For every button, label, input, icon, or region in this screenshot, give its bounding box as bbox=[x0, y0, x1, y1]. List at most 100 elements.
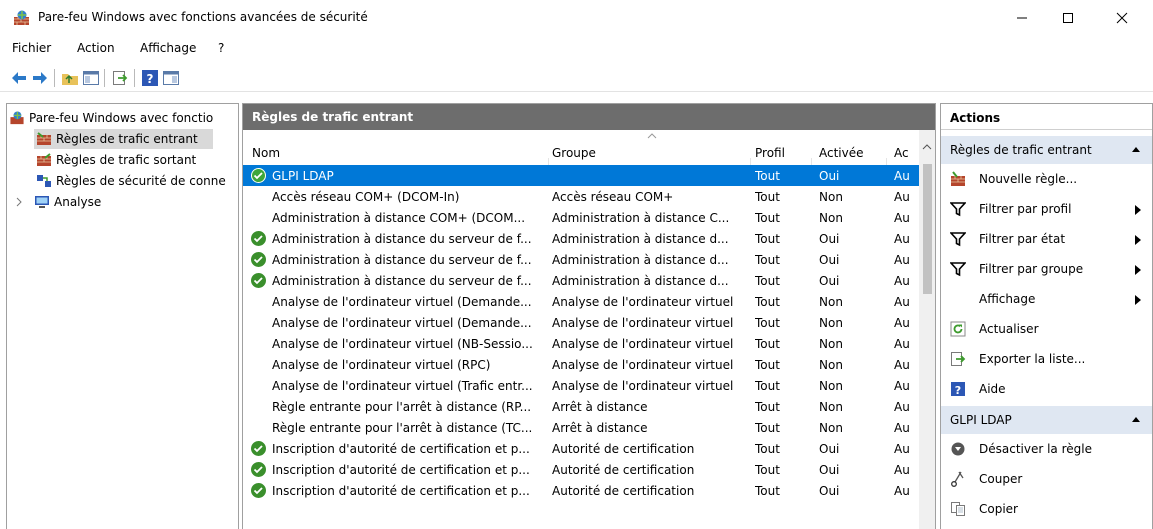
action-item[interactable]: Filtrer par état bbox=[941, 224, 1152, 254]
table-row[interactable]: Administration à distance du serveur de … bbox=[243, 270, 919, 291]
rule-enabled: Oui bbox=[819, 484, 840, 498]
toolbar-separator bbox=[104, 69, 105, 87]
rule-name: Inscription d'autorité de certification … bbox=[272, 463, 530, 477]
rule-action: Au bbox=[894, 274, 910, 288]
filter-icon bbox=[949, 201, 967, 217]
folder-up-icon[interactable] bbox=[61, 69, 79, 87]
action-label: Nouvelle règle... bbox=[979, 172, 1078, 186]
table-row[interactable]: Analyse de l'ordinateur virtuel (Demande… bbox=[243, 312, 919, 333]
export-list-icon[interactable] bbox=[111, 69, 129, 87]
tree-item-label: Analyse bbox=[54, 195, 102, 209]
menu-fichier[interactable]: Fichier bbox=[12, 41, 51, 55]
column-header-group[interactable]: Groupe bbox=[552, 146, 596, 160]
action-item[interactable]: ? Aide bbox=[941, 374, 1152, 404]
collapse-icon[interactable] bbox=[1131, 145, 1141, 153]
column-headers: Nom Groupe Profil Activée Ac bbox=[243, 130, 919, 166]
svg-text:?: ? bbox=[955, 384, 961, 397]
action-item[interactable]: Exporter la liste... bbox=[941, 344, 1152, 374]
table-row[interactable]: Inscription d'autorité de certification … bbox=[243, 459, 919, 480]
table-row[interactable]: Analyse de l'ordinateur virtuel (Demande… bbox=[243, 291, 919, 312]
scroll-up-icon[interactable] bbox=[922, 144, 932, 150]
close-icon bbox=[1116, 12, 1128, 24]
tree-item-inbound-rules[interactable]: Règles de trafic entrant bbox=[34, 129, 213, 149]
action-item[interactable]: Copier bbox=[941, 494, 1152, 524]
table-row[interactable]: Administration à distance COM+ (DCOM... A… bbox=[243, 207, 919, 228]
close-button[interactable] bbox=[1099, 0, 1145, 36]
filter-icon bbox=[949, 231, 967, 247]
rule-action: Au bbox=[894, 232, 910, 246]
submenu-arrow-icon bbox=[1135, 234, 1141, 248]
rule-profile: Tout bbox=[755, 316, 780, 330]
column-header-enabled[interactable]: Activée bbox=[819, 146, 864, 160]
table-row[interactable]: Règle entrante pour l'arrêt à distance (… bbox=[243, 396, 919, 417]
rule-profile: Tout bbox=[755, 379, 780, 393]
column-header-action[interactable]: Ac bbox=[894, 146, 909, 160]
column-header-profile[interactable]: Profil bbox=[755, 146, 785, 160]
tree-item-connection-security[interactable]: Règles de sécurité de conne bbox=[34, 171, 238, 191]
table-row[interactable]: Administration à distance du serveur de … bbox=[243, 249, 919, 270]
rule-name: Administration à distance du serveur de … bbox=[272, 253, 532, 267]
action-item[interactable]: Filtrer par profil bbox=[941, 194, 1152, 224]
menu-help[interactable]: ? bbox=[218, 41, 224, 55]
rule-action: Au bbox=[894, 442, 910, 456]
column-header-name[interactable]: Nom bbox=[252, 146, 280, 160]
table-row[interactable]: Accès réseau COM+ (DCOM-In) Accès réseau … bbox=[243, 186, 919, 207]
rule-enabled: Non bbox=[819, 400, 843, 414]
rule-action: Au bbox=[894, 337, 910, 351]
rule-name: Accès réseau COM+ (DCOM-In) bbox=[272, 190, 460, 204]
monitoring-icon bbox=[35, 196, 49, 208]
table-row[interactable]: GLPI LDAP Tout Oui Au bbox=[243, 165, 919, 186]
rule-profile: Tout bbox=[755, 295, 780, 309]
action-item[interactable]: Désactiver la règle bbox=[941, 434, 1152, 464]
collapse-icon[interactable] bbox=[1131, 415, 1141, 423]
scrollbar-thumb[interactable] bbox=[923, 164, 932, 294]
action-item[interactable]: Actualiser bbox=[941, 314, 1152, 344]
table-row[interactable]: Analyse de l'ordinateur virtuel (NB-Sess… bbox=[243, 333, 919, 354]
action-item[interactable]: Nouvelle règle... bbox=[941, 164, 1152, 194]
action-item[interactable]: Affichage bbox=[941, 284, 1152, 314]
table-row[interactable]: Administration à distance du serveur de … bbox=[243, 228, 919, 249]
tree-root[interactable]: Pare-feu Windows avec fonctio bbox=[7, 108, 238, 128]
toolbar-separator bbox=[134, 69, 135, 87]
maximize-button[interactable] bbox=[1045, 0, 1091, 36]
table-row[interactable]: Inscription d'autorité de certification … bbox=[243, 438, 919, 459]
action-label: Aide bbox=[979, 382, 1006, 396]
rules-panel: Règles de trafic entrant Nom Groupe Prof… bbox=[242, 103, 936, 529]
menu-affichage[interactable]: Affichage bbox=[140, 41, 196, 55]
table-row[interactable]: Inscription d'autorité de certification … bbox=[243, 480, 919, 501]
rule-action: Au bbox=[894, 316, 910, 330]
table-row[interactable]: Analyse de l'ordinateur virtuel (RPC) Ana… bbox=[243, 354, 919, 375]
forward-arrow-icon[interactable] bbox=[31, 69, 49, 87]
rule-group: Analyse de l'ordinateur virtuel bbox=[552, 337, 734, 351]
rule-profile: Tout bbox=[755, 484, 780, 498]
rule-action: Au bbox=[894, 421, 910, 435]
show-action-pane-icon[interactable] bbox=[162, 69, 180, 87]
enabled-check-icon bbox=[251, 273, 266, 288]
vertical-scrollbar[interactable] bbox=[919, 130, 935, 529]
menu-bar: Fichier Action Affichage ? bbox=[0, 38, 1153, 58]
minimize-icon bbox=[1017, 17, 1027, 19]
help-icon[interactable]: ? bbox=[141, 69, 159, 87]
actions-section-inbound[interactable]: Règles de trafic entrant bbox=[941, 136, 1152, 164]
svg-text:?: ? bbox=[147, 72, 154, 86]
actions-section-rule[interactable]: GLPI LDAP bbox=[941, 406, 1152, 434]
action-item[interactable]: Couper bbox=[941, 464, 1152, 494]
table-row[interactable]: Règle entrante pour l'arrêt à distance (… bbox=[243, 417, 919, 438]
chevron-right-icon[interactable] bbox=[15, 197, 23, 207]
rule-profile: Tout bbox=[755, 274, 780, 288]
table-row[interactable]: Analyse de l'ordinateur virtuel (Trafic … bbox=[243, 375, 919, 396]
action-item[interactable]: Filtrer par groupe bbox=[941, 254, 1152, 284]
rule-profile: Tout bbox=[755, 442, 780, 456]
submenu-arrow-icon bbox=[1135, 294, 1141, 308]
submenu-arrow-icon bbox=[1135, 264, 1141, 278]
rule-profile: Tout bbox=[755, 253, 780, 267]
show-hide-tree-icon[interactable] bbox=[82, 69, 100, 87]
rule-name: Analyse de l'ordinateur virtuel (Demande… bbox=[272, 316, 532, 330]
minimize-button[interactable] bbox=[999, 0, 1045, 36]
back-arrow-icon[interactable] bbox=[10, 69, 28, 87]
tree-item-outbound-rules[interactable]: Règles de trafic sortant bbox=[34, 150, 238, 170]
tree-item-monitoring[interactable]: Analyse bbox=[15, 192, 238, 212]
action-label: Filtrer par état bbox=[979, 232, 1066, 246]
menu-action[interactable]: Action bbox=[77, 41, 115, 55]
action-label: Couper bbox=[979, 472, 1023, 486]
